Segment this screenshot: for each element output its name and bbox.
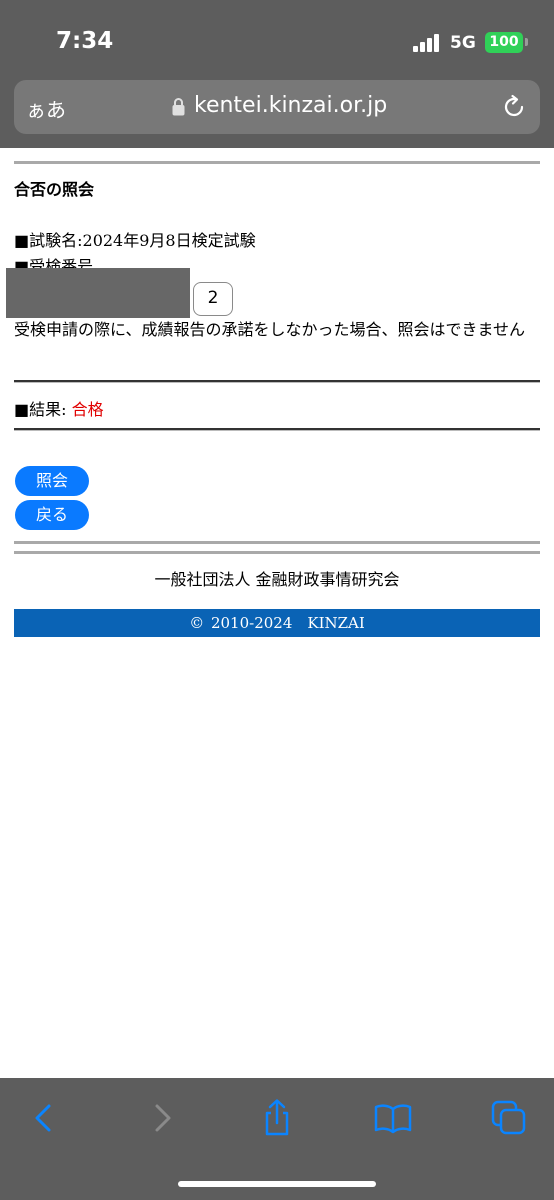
web-page: 合否の照会 ■試験名:2024年9月8日検定試験 ■受検番号 2 受検申請の際に… bbox=[0, 148, 554, 1078]
back-button[interactable]: 戻る bbox=[15, 500, 89, 530]
copyright-bar: © 2010-2024 KINZAI bbox=[14, 609, 540, 637]
cellular-signal-icon bbox=[413, 34, 443, 52]
page-title: 合否の照会 bbox=[14, 180, 95, 199]
home-indicator bbox=[178, 1181, 376, 1187]
forward-icon[interactable] bbox=[142, 1098, 182, 1138]
top-divider bbox=[14, 161, 540, 164]
footer-divider-2 bbox=[14, 551, 540, 554]
result-divider-bottom bbox=[14, 428, 540, 430]
share-icon[interactable] bbox=[257, 1098, 297, 1138]
text-size-button[interactable]: ぁあ bbox=[26, 94, 66, 123]
back-icon[interactable] bbox=[24, 1098, 64, 1138]
redacted-examinee-number bbox=[6, 268, 190, 318]
inquiry-button[interactable]: 照会 bbox=[15, 466, 89, 496]
organization-name: 一般社団法人 金融財政事情研究会 bbox=[154, 570, 400, 589]
tabs-icon[interactable] bbox=[489, 1098, 529, 1138]
result-line: ■結果: 合格 bbox=[14, 396, 104, 420]
exam-name: ■試験名:2024年9月8日検定試験 bbox=[14, 231, 256, 250]
result-value: 合格 bbox=[71, 400, 104, 419]
footer-divider-1 bbox=[14, 541, 540, 544]
result-label: ■結果: bbox=[14, 400, 72, 419]
top-chrome: 7:34 5G 100 ぁあ kentei.kinzai.or.jp bbox=[0, 0, 554, 148]
status-time: 7:34 bbox=[56, 28, 114, 54]
url-text[interactable]: kentei.kinzai.or.jp bbox=[194, 93, 387, 118]
result-divider-top bbox=[14, 380, 540, 382]
address-bar[interactable]: ぁあ kentei.kinzai.or.jp bbox=[14, 80, 540, 134]
check-digit-field: 2 bbox=[193, 282, 233, 316]
battery-tip bbox=[525, 38, 528, 46]
battery-icon: 100 bbox=[485, 32, 523, 53]
bookmarks-icon[interactable] bbox=[373, 1098, 413, 1138]
lock-icon bbox=[172, 98, 185, 116]
network-type: 5G bbox=[450, 33, 476, 53]
reload-icon[interactable] bbox=[500, 93, 528, 121]
notice-text: 受検申請の際に、成績報告の承諾をしなかった場合、照会はできません bbox=[14, 320, 526, 339]
